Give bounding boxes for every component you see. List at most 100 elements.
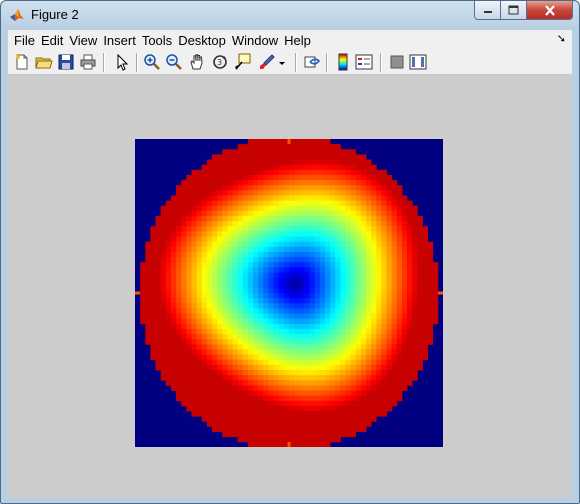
- heatmap-cell: [201, 400, 208, 407]
- new-figure-icon[interactable]: [13, 53, 31, 71]
- heatmap-cell: [191, 287, 197, 294]
- print-icon[interactable]: [79, 53, 97, 71]
- title-bar[interactable]: Figure 2: [1, 1, 579, 29]
- heatmap-cell: [176, 251, 182, 258]
- heatmap-cell: [391, 205, 398, 212]
- heatmap-cell: [289, 298, 295, 304]
- heatmap-cell: [314, 174, 321, 181]
- pan-hand-icon[interactable]: [188, 53, 206, 71]
- heatmap-axes[interactable]: [135, 139, 443, 447]
- heatmap-cell: [232, 282, 239, 289]
- heatmap-cell: [258, 395, 264, 402]
- heatmap-cell: [273, 328, 280, 335]
- heatmap-cell: [237, 216, 244, 222]
- heatmap-cell: [170, 231, 177, 237]
- heatmap-cell: [181, 190, 187, 196]
- menu-help[interactable]: Help: [281, 33, 314, 48]
- menu-view[interactable]: View: [66, 33, 100, 48]
- heatmap-cell: [283, 298, 290, 304]
- heatmap-cell: [422, 262, 428, 268]
- heatmap-cell: [165, 241, 172, 248]
- heatmap-cell: [232, 241, 239, 248]
- heatmap-cell: [191, 216, 197, 222]
- heatmap-cell: [294, 344, 300, 350]
- heatmap-cell: [206, 221, 213, 227]
- heatmap-cell: [247, 364, 254, 371]
- maximize-button[interactable]: [501, 1, 527, 20]
- zoom-out-icon[interactable]: [165, 53, 183, 71]
- menu-insert[interactable]: Insert: [100, 33, 139, 48]
- heatmap-cell: [412, 334, 418, 340]
- heatmap-cell: [355, 272, 362, 278]
- brush-dropdown-icon[interactable]: [277, 53, 287, 71]
- heatmap-cell: [340, 323, 346, 330]
- heatmap-cell: [294, 149, 300, 155]
- heatmap-cell: [304, 282, 310, 289]
- menu-file[interactable]: File: [8, 33, 38, 48]
- heatmap-cell: [232, 154, 239, 160]
- heatmap-cell: [319, 421, 326, 427]
- heatmap-cell: [222, 169, 228, 176]
- heatmap-cell: [217, 277, 223, 284]
- heatmap-cell: [278, 380, 285, 386]
- heatmap-cell: [366, 375, 372, 381]
- heatmap-cell: [324, 400, 331, 407]
- close-button[interactable]: [527, 1, 573, 20]
- heatmap-cell: [253, 318, 259, 325]
- heatmap-cell: [247, 241, 254, 248]
- heatmap-cell: [371, 370, 377, 376]
- heatmap-cell: [268, 416, 274, 422]
- heatmap-cell: [396, 200, 403, 207]
- heatmap-cell: [299, 257, 305, 263]
- heatmap-cell: [222, 174, 228, 181]
- show-plot-tools-icon[interactable]: [409, 53, 427, 71]
- heatmap-cell: [206, 241, 213, 248]
- heatmap-cell: [217, 328, 223, 335]
- heatmap-cell: [258, 144, 264, 150]
- heatmap-cell: [253, 257, 259, 263]
- menu-desktop[interactable]: Desktop: [175, 33, 229, 48]
- heatmap-cell: [263, 257, 269, 263]
- heatmap-cell: [165, 308, 172, 314]
- menu-window[interactable]: Window: [229, 33, 281, 48]
- link-plot-icon[interactable]: [303, 53, 321, 71]
- heatmap-cell: [278, 221, 285, 227]
- heatmap-cell: [217, 190, 223, 196]
- heatmap-cell: [412, 318, 418, 325]
- menu-dock-arrow-icon[interactable]: ➘: [557, 32, 566, 45]
- select-arrow-icon[interactable]: [113, 53, 131, 71]
- heatmap-cell: [176, 323, 182, 330]
- menu-tools[interactable]: Tools: [139, 33, 175, 48]
- save-icon[interactable]: [57, 53, 75, 71]
- data-cursor-icon[interactable]: [234, 53, 252, 71]
- rotate-3d-icon[interactable]: 3: [211, 53, 229, 71]
- heatmap-cell: [396, 226, 403, 232]
- heatmap-cell: [242, 277, 249, 284]
- heatmap-cell: [422, 277, 428, 284]
- heatmap-cell: [396, 334, 403, 340]
- brush-icon[interactable]: [258, 53, 276, 71]
- heatmap-cell: [237, 308, 244, 314]
- hide-plot-tools-icon[interactable]: [388, 53, 406, 71]
- minimize-button[interactable]: [474, 1, 501, 20]
- heatmap-cell: [304, 195, 310, 201]
- heatmap-cell: [350, 210, 357, 217]
- heatmap-cell: [155, 282, 162, 289]
- heatmap-cell: [258, 231, 264, 237]
- legend-icon[interactable]: [355, 53, 373, 71]
- heatmap-cell: [242, 154, 249, 160]
- heatmap-cell: [314, 426, 321, 432]
- heatmap-cell: [376, 262, 382, 268]
- heatmap-cell: [222, 205, 228, 212]
- heatmap-cell: [160, 359, 167, 366]
- heatmap-cell: [206, 169, 213, 176]
- open-file-icon[interactable]: [35, 53, 53, 71]
- heatmap-cell: [283, 272, 290, 278]
- heatmap-cell: [391, 323, 398, 330]
- heatmap-cell: [289, 400, 295, 407]
- zoom-in-icon[interactable]: [143, 53, 161, 71]
- heatmap-cell: [386, 226, 393, 232]
- colorbar-icon[interactable]: [334, 53, 352, 71]
- menu-edit[interactable]: Edit: [38, 33, 66, 48]
- heatmap-cell: [330, 344, 336, 350]
